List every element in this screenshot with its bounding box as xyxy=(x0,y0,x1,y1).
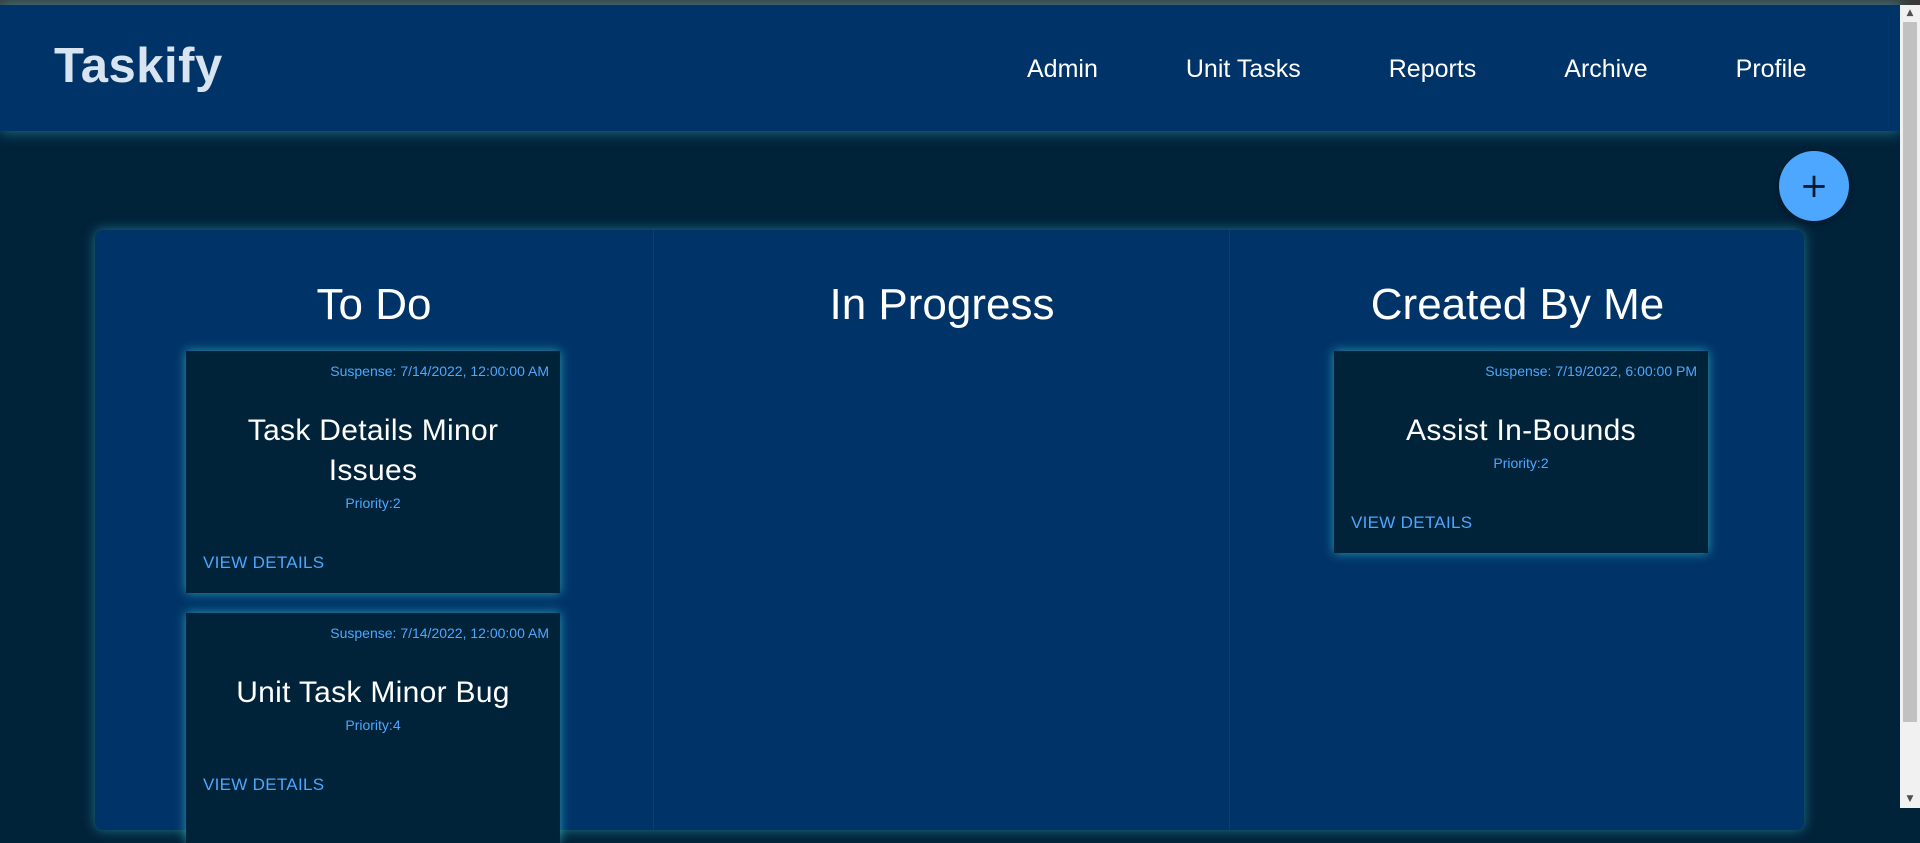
task-priority: Priority:2 xyxy=(345,495,401,511)
view-details-link[interactable]: VIEW DETAILS xyxy=(203,775,324,795)
scroll-down-arrow-icon[interactable]: ▼ xyxy=(1900,791,1920,808)
task-title-line: Task Details Minor xyxy=(247,414,499,447)
plus-icon: + xyxy=(1799,166,1829,206)
task-priority: Priority:2 xyxy=(1493,455,1549,471)
nav-item-reports: Reports xyxy=(1389,55,1477,84)
column-title-in-progress: In Progress xyxy=(829,280,1055,329)
task-title: Unit Task Minor Bug xyxy=(236,676,510,709)
nav-link-unit-tasks[interactable]: Unit Tasks xyxy=(1186,55,1301,83)
nav-link-archive[interactable]: Archive xyxy=(1564,55,1647,83)
task-title-line: Issues xyxy=(328,454,418,487)
column-in-progress: In Progress xyxy=(653,230,1230,830)
column-title-todo: To Do xyxy=(316,280,432,329)
brand-logo[interactable]: Taskify xyxy=(54,38,223,94)
nav-link-profile[interactable]: Profile xyxy=(1736,55,1807,83)
scroll-up-arrow-icon[interactable]: ▲ xyxy=(1900,5,1920,22)
view-details-link[interactable]: VIEW DETAILS xyxy=(203,553,324,573)
task-title: Assist In-Bounds xyxy=(1406,414,1636,447)
suspense-date: Suspense: 7/14/2022, 12:00:00 AM xyxy=(330,363,549,379)
column-created-by-me: Created By Me Suspense: 7/19/2022, 6:00:… xyxy=(1229,230,1805,830)
nav-item-admin: Admin xyxy=(1027,55,1098,84)
nav-item-unit-tasks: Unit Tasks xyxy=(1186,55,1301,84)
view-details-link[interactable]: VIEW DETAILS xyxy=(1351,513,1472,533)
scrollbar-thumb[interactable] xyxy=(1903,22,1917,722)
task-card[interactable]: Suspense: 7/14/2022, 12:00:00 AM Unit Ta… xyxy=(186,613,560,843)
task-title: Task Details Minor Issues xyxy=(186,411,560,491)
suspense-date: Suspense: 7/19/2022, 6:00:00 PM xyxy=(1485,363,1697,379)
column-title-created-by-me: Created By Me xyxy=(1370,280,1665,329)
nav-item-archive: Archive xyxy=(1564,55,1647,84)
task-board: To Do Suspense: 7/14/2022, 12:00:00 AM T… xyxy=(95,230,1805,843)
add-task-button[interactable]: + xyxy=(1779,151,1849,221)
nav-menu: Admin Unit Tasks Reports Archive Profile xyxy=(1027,55,1807,84)
nav-link-reports[interactable]: Reports xyxy=(1389,55,1477,83)
top-navbar: Taskify Admin Unit Tasks Reports Archive… xyxy=(0,5,1900,131)
nav-link-admin[interactable]: Admin xyxy=(1027,55,1098,83)
task-card[interactable]: Suspense: 7/14/2022, 12:00:00 AM Task De… xyxy=(186,351,560,593)
task-priority: Priority:4 xyxy=(345,717,401,733)
column-todo: To Do Suspense: 7/14/2022, 12:00:00 AM T… xyxy=(95,230,653,843)
page-scrollbar[interactable]: ▲ ▼ xyxy=(1900,5,1920,808)
suspense-date: Suspense: 7/14/2022, 12:00:00 AM xyxy=(330,625,549,641)
nav-item-profile: Profile xyxy=(1736,55,1807,84)
task-card[interactable]: Suspense: 7/19/2022, 6:00:00 PM Assist I… xyxy=(1334,351,1708,553)
